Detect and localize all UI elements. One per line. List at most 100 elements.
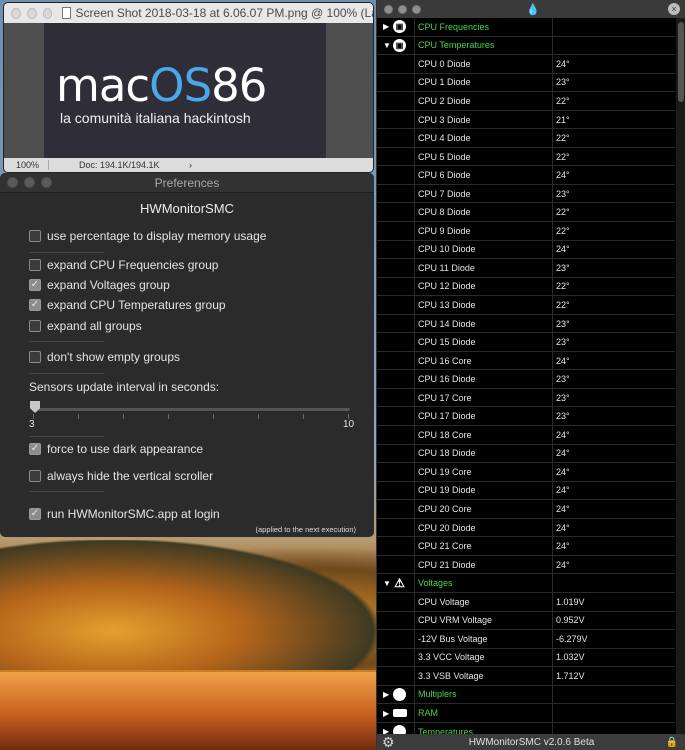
slider-label: Sensors update interval in seconds: (29, 380, 220, 394)
preview-window[interactable]: Screen Shot 2018-03-18 at 6.06.07 PM.png… (3, 2, 374, 173)
scrollbar-thumb[interactable] (678, 22, 684, 102)
hwmonitor-panel[interactable]: 💧 × ▶ ▣ CPU Frequencies ▼ ▣ CPU Temperatures C… (376, 0, 685, 750)
row-icon-cell (377, 481, 415, 500)
sensor-value: 1.032V (556, 652, 585, 663)
sensor-name: CPU 3 Diode (415, 110, 553, 129)
gear-icon[interactable]: ⚙ (382, 734, 395, 750)
disclosure-collapsed-icon[interactable]: ▶ (383, 22, 389, 31)
zoom-level[interactable]: 100% (4, 160, 49, 170)
sensor-value: 24° (556, 355, 570, 366)
sensor-value: 23° (556, 188, 570, 199)
sensor-value: 22° (556, 95, 570, 106)
row-icon-cell (377, 147, 415, 166)
logo-tagline: la comunità italiana hackintosh (60, 110, 251, 126)
lock-icon[interactable]: 🔒 (666, 737, 678, 748)
sensor-name: CPU 8 Diode (415, 203, 553, 222)
sensor-row: CPU 6 Diode 24° (377, 166, 675, 185)
sensor-row: CPU VRM Voltage 0.952V (377, 611, 675, 631)
group-row[interactable]: ▶ Multiplers (377, 685, 675, 705)
monitor-titlebar[interactable]: 💧 × (377, 0, 685, 18)
zoom-button[interactable] (42, 7, 53, 19)
sensor-value: 23° (556, 262, 570, 273)
close-button[interactable] (384, 4, 393, 14)
sensor-row: CPU 18 Core 24° (377, 426, 675, 445)
disclosure-expanded-icon[interactable]: ▼ (383, 41, 391, 50)
sensor-value: 24° (556, 485, 570, 496)
close-button[interactable] (11, 7, 21, 19)
checkbox-expand-cpu-temperatures[interactable]: ✓ expand CPU Temperatures group (29, 298, 226, 312)
sensor-row: 3.3 VCC Voltage 1.032V (377, 648, 675, 668)
sensor-name: CPU 20 Core (415, 500, 553, 518)
sensor-row: CPU 3 Diode 21° (377, 110, 675, 130)
note-text: (applied to the next execution) (255, 525, 356, 534)
checkbox-box[interactable]: ✓ (29, 508, 41, 520)
sensor-name: CPU 2 Diode (415, 92, 553, 110)
checkbox-expand-cpu-frequencies[interactable]: expand CPU Frequencies group (29, 258, 218, 272)
sensor-name: CPU 0 Diode (415, 55, 553, 73)
checkbox-box[interactable]: ✓ (29, 299, 41, 311)
sensor-name: CPU 15 Diode (415, 333, 553, 351)
group-row[interactable]: ▼ ⚠ Voltages (377, 574, 675, 593)
checkbox-hide-scroller[interactable]: always hide the vertical scroller (29, 469, 213, 483)
checkbox-expand-all-groups[interactable]: expand all groups (29, 319, 142, 333)
checkbox-force-dark[interactable]: ✓ force to use dark appearance (29, 442, 203, 456)
checkbox-label: use percentage to display memory usage (47, 229, 267, 243)
sensor-name: -12V Bus Voltage (415, 630, 553, 648)
row-icon-cell: ▼ ⚠ (377, 574, 415, 592)
preferences-titlebar[interactable]: Preferences (0, 173, 374, 193)
checkbox-expand-voltages[interactable]: ✓ expand Voltages group (29, 278, 170, 292)
preview-titlebar[interactable]: Screen Shot 2018-03-18 at 6.06.07 PM.png… (4, 3, 373, 23)
group-row[interactable]: ▼ ▣ CPU Temperatures (377, 36, 675, 56)
checkbox-label: expand Voltages group (47, 278, 170, 292)
vertical-scrollbar[interactable] (676, 18, 685, 734)
zoom-button[interactable] (412, 4, 421, 14)
chevron-right-icon[interactable]: › (189, 160, 192, 170)
sensor-list[interactable]: ▶ ▣ CPU Frequencies ▼ ▣ CPU Temperatures CPU 0… (377, 18, 675, 742)
slider-max-label: 10 (343, 419, 355, 430)
sensor-row: CPU 19 Diode 24° (377, 481, 675, 501)
checkbox-box[interactable] (29, 320, 41, 332)
group-row[interactable]: ▶ ▣ CPU Frequencies (377, 18, 675, 37)
checkbox-memory-percentage[interactable]: use percentage to display memory usage (29, 229, 266, 243)
checkbox-box[interactable]: ✓ (29, 279, 41, 291)
sensor-value: 22° (556, 281, 570, 292)
checkbox-box[interactable]: ✓ (29, 443, 41, 455)
logo-mac: mac (56, 59, 150, 112)
disclosure-expanded-icon[interactable]: ▼ (383, 579, 391, 588)
sensor-value: 22° (556, 151, 570, 162)
checkbox-box[interactable] (29, 351, 41, 363)
disclosure-collapsed-icon[interactable]: ▶ (383, 709, 389, 718)
sensor-row: CPU 16 Diode 23° (377, 370, 675, 389)
checkbox-box[interactable] (29, 470, 41, 482)
sensor-name: CPU 16 Diode (415, 370, 553, 388)
checkbox-run-at-login[interactable]: ✓ run HWMonitorSMC.app at login (29, 507, 220, 521)
droplet-icon: 💧 (526, 4, 540, 16)
preferences-window[interactable]: Preferences HWMonitorSMC use percentage … (0, 173, 374, 537)
checkbox-hide-empty-groups[interactable]: don't show empty groups (29, 350, 180, 364)
sensor-value: 24° (556, 58, 570, 69)
minimize-button[interactable] (26, 7, 37, 19)
sensor-row: CPU 18 Diode 24° (377, 444, 675, 464)
sensor-row: CPU 5 Diode 22° (377, 147, 675, 167)
sensor-value: 24° (556, 522, 570, 533)
checkbox-label: force to use dark appearance (47, 442, 204, 456)
separator (29, 341, 104, 342)
row-icon-cell (377, 277, 415, 296)
row-icon-cell (377, 407, 415, 426)
checkbox-box[interactable] (29, 230, 41, 242)
sensor-row: CPU 19 Core 24° (377, 463, 675, 482)
checkbox-label: always hide the vertical scroller (47, 469, 214, 483)
group-row[interactable]: ▶ RAM (377, 704, 675, 723)
multipliers-icon (393, 687, 406, 701)
row-icon-cell (377, 240, 415, 259)
minimize-button[interactable] (398, 4, 407, 14)
update-interval-slider[interactable] (32, 408, 350, 411)
slider-knob[interactable] (30, 401, 40, 413)
sensor-value: 22° (556, 207, 570, 218)
disclosure-collapsed-icon[interactable]: ▶ (383, 690, 389, 699)
sensor-name: CPU 20 Diode (415, 518, 553, 537)
sensor-row: CPU 0 Diode 24° (377, 55, 675, 74)
close-icon[interactable]: × (668, 3, 680, 15)
sensor-name: CPU 1 Diode (415, 73, 553, 92)
checkbox-box[interactable] (29, 259, 41, 271)
